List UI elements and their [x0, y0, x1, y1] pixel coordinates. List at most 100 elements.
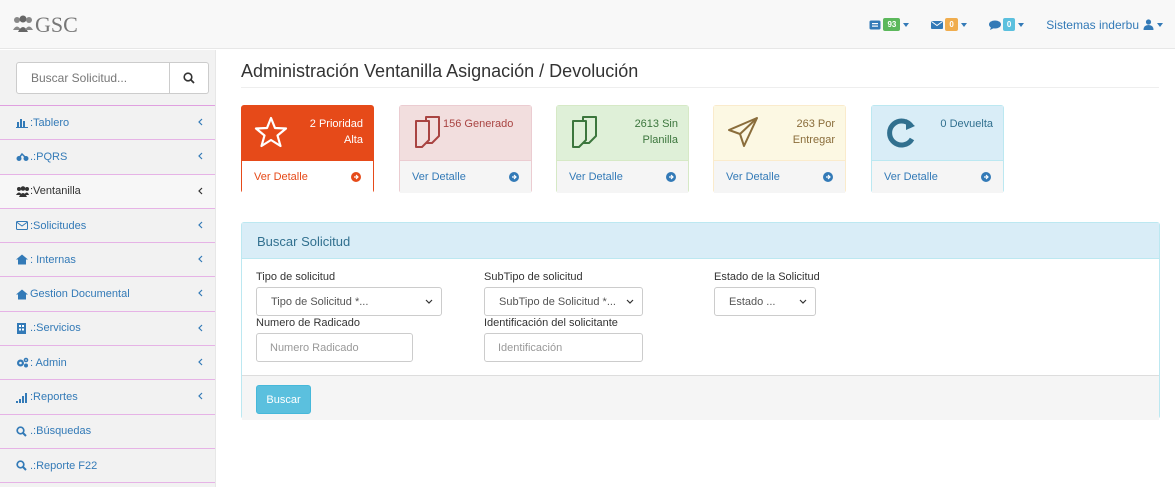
- mail-badge: 0: [945, 18, 958, 31]
- caret-down-icon: [960, 22, 967, 27]
- sidebar-item-label: .:Servicios: [30, 322, 81, 335]
- home-icon: [16, 254, 28, 265]
- chevron-down-icon: [626, 299, 634, 304]
- sidebar-item-reportes[interactable]: :Reportes: [0, 380, 215, 415]
- identificacion-input[interactable]: [484, 333, 643, 362]
- sidebar-item-label: :Ventanilla: [30, 185, 81, 198]
- subtipo-select[interactable]: SubTipo de Solicitud *...: [484, 287, 643, 316]
- arrow-circle-right-icon: [981, 172, 991, 182]
- envelope-icon: [931, 20, 944, 29]
- cogs-icon: [17, 357, 29, 368]
- search-request-panel: Buscar Solicitud Tipo de solicitud Tipo …: [241, 222, 1160, 420]
- caret-down-icon: [903, 22, 910, 27]
- brand[interactable]: GSC: [12, 10, 78, 40]
- comment-icon: [988, 20, 1001, 30]
- chevron-left-icon: [198, 187, 203, 195]
- sidebar-item-admin[interactable]: : Admin: [0, 346, 215, 381]
- estado-select[interactable]: Estado ...: [714, 287, 816, 316]
- card-footer-label: Ver Detalle: [569, 171, 623, 183]
- card-footer-label: Ver Detalle: [412, 171, 466, 183]
- sidebar-item-ventanilla[interactable]: :Ventanilla: [0, 174, 215, 209]
- card-text: 263 Por Entregar: [793, 116, 835, 148]
- sidebar-item-solicitudes[interactable]: :Solicitudes: [0, 209, 215, 244]
- card-prioridad-alta: 2 Prioridad Alta Ver Detalle: [241, 105, 374, 193]
- sidebar-item-servicios[interactable]: .:Servicios: [0, 312, 215, 347]
- card-por-entregar: 263 Por Entregar Ver Detalle: [713, 105, 846, 193]
- user-icon: [1143, 19, 1154, 30]
- sidebar-item-busquedas[interactable]: .:Búsquedas: [0, 415, 215, 449]
- card-text: 2 Prioridad Alta: [310, 116, 363, 148]
- card-heading: 156 Generado: [400, 106, 531, 160]
- chevron-left-icon: [198, 221, 203, 229]
- files-icon: [415, 116, 440, 148]
- card-devuelta: 0 Devuelta Ver Detalle: [871, 105, 1004, 193]
- search-icon: [16, 426, 27, 437]
- sidebar-search-input[interactable]: [16, 62, 170, 94]
- refresh-icon: [887, 118, 915, 148]
- card-line1: 263 Por: [796, 118, 835, 130]
- sidebar-item-label: :Tablero: [30, 116, 70, 129]
- sidebar-item-label: : Internas: [30, 253, 76, 266]
- card-detail-link[interactable]: Ver Detalle: [400, 160, 531, 193]
- card-detail-link[interactable]: Ver Detalle: [714, 160, 845, 193]
- sidebar-item-label: Gestion Documental: [30, 288, 130, 301]
- card-text: 2613 Sin Planilla: [635, 116, 678, 148]
- brand-name: GSC: [35, 12, 78, 37]
- subtipo-select-value: SubTipo de Solicitud *...: [499, 295, 616, 308]
- sidebar-search-button[interactable]: [170, 62, 209, 94]
- chat-dropdown[interactable]: 0: [988, 18, 1025, 31]
- tipo-label: Tipo de solicitud: [256, 271, 336, 283]
- sidebar-item-gestion-documental[interactable]: Gestion Documental: [0, 277, 215, 312]
- tipo-select[interactable]: Tipo de Solicitud *...: [256, 287, 442, 316]
- chevron-left-icon: [198, 392, 203, 400]
- nav-right: 93 0 0 Sistemas inderbu: [869, 0, 1163, 49]
- users-icon: [16, 185, 29, 197]
- card-text: 0 Devuelta: [940, 116, 993, 132]
- card-heading: 2613 Sin Planilla: [557, 106, 688, 160]
- estado-select-value: Estado ...: [729, 295, 776, 308]
- tasks-dropdown[interactable]: 93: [869, 18, 910, 31]
- radicado-input[interactable]: [256, 333, 413, 362]
- sidebar-item-pqrs[interactable]: .:PQRS: [0, 140, 215, 175]
- card-detail-link[interactable]: Ver Detalle: [872, 160, 1003, 193]
- card-sin-planilla: 2613 Sin Planilla Ver Detalle: [556, 105, 689, 193]
- panel-heading: Buscar Solicitud: [242, 223, 1159, 259]
- search-button[interactable]: Buscar: [256, 385, 311, 414]
- sidebar-item-reporte-f22[interactable]: .:Reporte F22: [0, 449, 215, 484]
- tipo-select-value: Tipo de Solicitud *...: [271, 295, 369, 308]
- building-icon: [17, 322, 26, 334]
- star-icon: [254, 116, 288, 148]
- sidebar-item-internas[interactable]: : Internas: [0, 243, 215, 278]
- sidebar: :Tablero .:PQRS :Ventanilla :Solicitudes…: [0, 50, 216, 487]
- card-line1: 0 Devuelta: [940, 118, 993, 130]
- user-menu[interactable]: Sistemas inderbu: [1046, 18, 1163, 32]
- chevron-left-icon: [198, 152, 203, 160]
- files-icon: [572, 116, 597, 148]
- mail-dropdown[interactable]: 0: [931, 18, 967, 31]
- envelope-icon: [16, 221, 28, 231]
- panel-footer: Buscar: [242, 375, 1159, 420]
- bar-chart-icon: [16, 119, 28, 129]
- estado-label: Estado de la Solicitud: [714, 271, 820, 283]
- chat-badge: 0: [1002, 18, 1016, 31]
- card-heading: 2 Prioridad Alta: [242, 106, 373, 160]
- chevron-down-icon: [799, 299, 807, 304]
- card-footer-label: Ver Detalle: [726, 171, 780, 183]
- card-heading: 0 Devuelta: [872, 106, 1003, 160]
- sidebar-search: [0, 50, 215, 106]
- page-title: Administración Ventanilla Asignación / D…: [241, 61, 639, 81]
- sidebar-item-label: .:Búsquedas: [30, 425, 92, 438]
- users-group-icon: [13, 15, 33, 32]
- card-detail-link[interactable]: Ver Detalle: [557, 160, 688, 193]
- sidebar-item-tablero[interactable]: :Tablero: [0, 106, 215, 141]
- caret-down-icon: [1018, 22, 1025, 27]
- card-line1: 2613 Sin: [634, 118, 678, 130]
- sidebar-item-label: :Solicitudes: [30, 219, 87, 232]
- card-footer-label: Ver Detalle: [254, 171, 308, 183]
- card-line2: Alta: [344, 134, 363, 146]
- chevron-left-icon: [198, 358, 203, 366]
- card-detail-link[interactable]: Ver Detalle: [242, 160, 373, 193]
- chevron-left-icon: [198, 324, 203, 332]
- caret-down-icon: [1157, 22, 1163, 27]
- chevron-left-icon: [198, 255, 203, 263]
